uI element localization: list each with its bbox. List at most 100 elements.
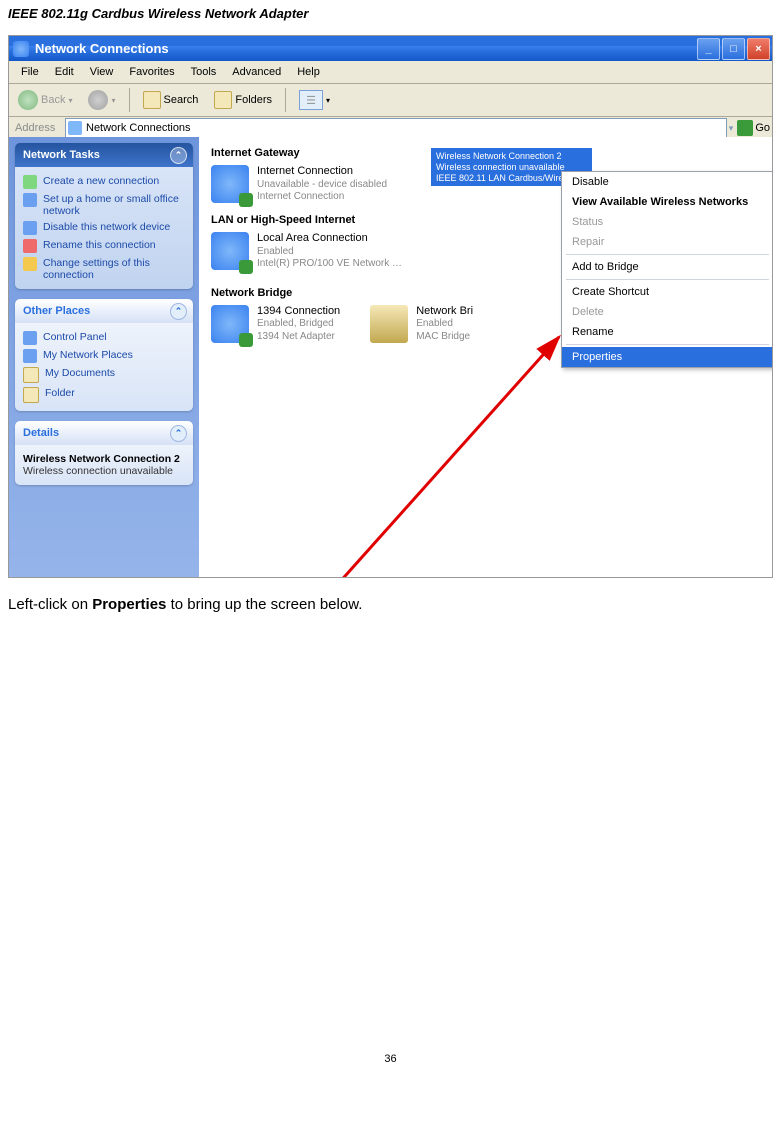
go-label[interactable]: Go <box>755 122 770 134</box>
task-label: Disable this network device <box>43 221 170 233</box>
back-arrow-icon <box>18 90 38 110</box>
panel-head-network-tasks[interactable]: Network Tasks ⌃ <box>15 143 193 167</box>
task-label: Change settings of this connection <box>43 257 185 281</box>
other-label: Control Panel <box>43 331 107 343</box>
task-setup-network[interactable]: Set up a home or small office network <box>23 191 185 219</box>
other-my-documents[interactable]: My Documents <box>23 365 185 385</box>
address-value: Network Connections <box>86 122 191 134</box>
conn-line: Enabled <box>416 318 473 331</box>
screenshot-window: Network Connections _ □ × File Edit View… <box>8 35 773 578</box>
rename-icon <box>23 239 37 253</box>
titlebar-text: Network Connections <box>35 41 169 56</box>
other-label: My Documents <box>45 367 115 379</box>
maximize-button[interactable]: □ <box>722 38 745 60</box>
ctx-separator <box>566 344 769 345</box>
minimize-button[interactable]: _ <box>697 38 720 60</box>
toolbar: Back ▾ ▾ Search Folders ☰ ▾ <box>9 84 772 117</box>
instr-suffix: to bring up the screen below. <box>166 596 362 613</box>
task-disable-device[interactable]: Disable this network device <box>23 219 185 237</box>
menu-help[interactable]: Help <box>291 64 326 80</box>
context-menu: Disable View Available Wireless Networks… <box>561 171 773 368</box>
task-rename-connection[interactable]: Rename this connection <box>23 237 185 255</box>
other-places-title: Other Places <box>23 305 90 317</box>
other-folder[interactable]: Folder <box>23 385 185 405</box>
search-button[interactable]: Search <box>136 88 206 112</box>
ctx-separator <box>566 279 769 280</box>
views-icon: ☰ <box>299 90 323 110</box>
nic-icon <box>23 221 37 235</box>
forward-arrow-icon <box>88 90 108 110</box>
menu-file[interactable]: File <box>15 64 45 80</box>
task-create-connection[interactable]: Create a new connection <box>23 173 185 191</box>
menu-view[interactable]: View <box>84 64 120 80</box>
control-panel-icon <box>23 331 37 345</box>
conn-name: 1394 Connection <box>257 305 340 319</box>
window-controls: _ □ × <box>697 38 770 60</box>
wizard-icon <box>23 175 37 189</box>
ctx-repair: Repair <box>562 232 773 252</box>
menu-advanced[interactable]: Advanced <box>226 64 287 80</box>
ctx-delete: Delete <box>562 302 773 322</box>
menu-edit[interactable]: Edit <box>49 64 80 80</box>
conn-line: Unavailable - device disabled <box>257 179 387 192</box>
other-label: Folder <box>45 387 75 399</box>
panel-other-places: Other Places ⌃ Control Panel My Network … <box>15 299 193 411</box>
task-label: Create a new connection <box>43 175 159 187</box>
close-button[interactable]: × <box>747 38 770 60</box>
search-icon <box>143 91 161 109</box>
conn-network-bridge[interactable]: Network Bri Enabled MAC Bridge <box>370 305 473 344</box>
panel-head-other-places[interactable]: Other Places ⌃ <box>15 299 193 323</box>
back-label: Back <box>41 94 65 106</box>
instruction-text: Left-click on Properties to bring up the… <box>8 596 773 613</box>
other-control-panel[interactable]: Control Panel <box>23 329 185 347</box>
address-label: Address <box>11 122 65 134</box>
other-label: My Network Places <box>43 349 133 361</box>
1394-icon <box>211 305 249 343</box>
conn-line: Intel(R) PRO/100 VE Network … <box>257 258 402 271</box>
forward-button[interactable]: ▾ <box>81 87 122 113</box>
panel-details: Details ⌃ Wireless Network Connection 2 … <box>15 421 193 485</box>
conn-line: Enabled <box>257 246 402 259</box>
other-network-places[interactable]: My Network Places <box>23 347 185 365</box>
conn-1394[interactable]: 1394 Connection Enabled, Bridged 1394 Ne… <box>211 305 340 344</box>
folder-icon <box>23 387 39 403</box>
folders-icon <box>214 91 232 109</box>
back-button[interactable]: Back ▾ <box>11 87 79 113</box>
address-field[interactable]: Network Connections <box>65 118 727 138</box>
conn-local-area[interactable]: Local Area Connection Enabled Intel(R) P… <box>211 232 402 271</box>
task-label: Rename this connection <box>43 239 156 251</box>
menu-tools[interactable]: Tools <box>185 64 223 80</box>
ctx-disable[interactable]: Disable <box>562 172 773 192</box>
gateway-icon <box>211 165 249 203</box>
conn-name: Network Bri <box>416 305 473 319</box>
details-status: Wireless connection unavailable <box>23 465 173 477</box>
conn-line: Internet Connection <box>257 191 387 204</box>
ctx-create-shortcut[interactable]: Create Shortcut <box>562 282 773 302</box>
ctx-add-to-bridge[interactable]: Add to Bridge <box>562 257 773 277</box>
details-title: Details <box>23 427 59 439</box>
conn-name: Local Area Connection <box>257 232 402 246</box>
sidebar: Network Tasks ⌃ Create a new connection … <box>9 137 199 577</box>
lan-icon <box>211 232 249 270</box>
documents-icon <box>23 367 39 383</box>
address-icon <box>68 121 82 135</box>
ctx-properties[interactable]: Properties <box>562 347 773 367</box>
conn-line: 1394 Net Adapter <box>257 331 340 344</box>
details-name: Wireless Network Connection 2 <box>23 453 180 465</box>
ctx-view-wireless[interactable]: View Available Wireless Networks <box>562 192 773 212</box>
panel-head-details[interactable]: Details ⌃ <box>15 421 193 445</box>
network-places-icon <box>23 349 37 363</box>
folders-label: Folders <box>235 94 272 106</box>
titlebar: Network Connections _ □ × <box>9 36 772 61</box>
views-button[interactable]: ☰ ▾ <box>292 87 337 113</box>
page-number: 36 <box>8 1053 773 1065</box>
instr-prefix: Left-click on <box>8 596 92 613</box>
go-icon[interactable] <box>737 120 753 136</box>
ctx-separator <box>566 254 769 255</box>
folders-button[interactable]: Folders <box>207 88 279 112</box>
task-change-settings[interactable]: Change settings of this connection <box>23 255 185 283</box>
conn-line: MAC Bridge <box>416 331 473 344</box>
menu-favorites[interactable]: Favorites <box>123 64 180 80</box>
search-label: Search <box>164 94 199 106</box>
ctx-rename[interactable]: Rename <box>562 322 773 342</box>
